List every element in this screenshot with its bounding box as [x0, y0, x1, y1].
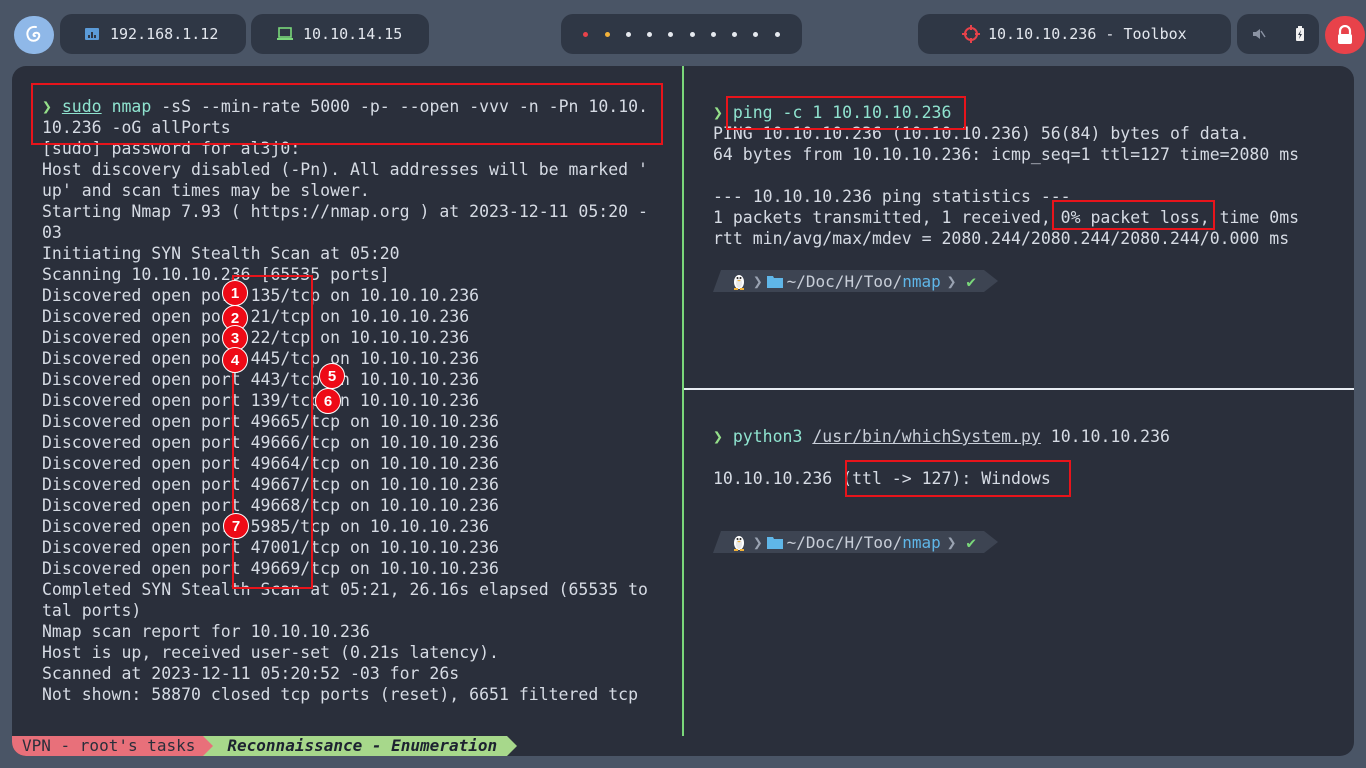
path-dir: nmap [902, 531, 947, 553]
badge-6: 6 [315, 388, 341, 414]
workspace-8-dot[interactable] [732, 31, 738, 37]
ping-output-line: --- 10.10.10.236 ping statistics --- [713, 187, 1071, 206]
active-window-label[interactable]: Reconnaissance - Enumeration [213, 736, 508, 756]
prompt-symbol: ❯ [713, 103, 723, 122]
powerline-separator-icon: ❯ [946, 270, 957, 292]
pane-divider-vertical[interactable] [682, 66, 684, 736]
highlight-nmap-command [31, 83, 663, 145]
network-icon [85, 28, 99, 40]
session-label[interactable]: VPN - root's tasks [12, 736, 204, 756]
linux-penguin-icon [727, 270, 753, 292]
cmd-arg: 10.10.10.236 [1040, 427, 1170, 446]
powerline-separator-icon: ❯ [946, 531, 957, 553]
badge-1: 1 [222, 280, 248, 306]
volume-muted-icon[interactable] [1252, 27, 1266, 41]
powerline-separator-icon: ❯ [753, 531, 763, 553]
debian-logo-icon [26, 25, 41, 42]
result-ip: 10.10.10.236 [713, 469, 843, 488]
path-prefix: ~/Doc/H/Too/ [786, 531, 903, 553]
folder-icon [762, 531, 787, 553]
crosshair-icon [962, 25, 980, 43]
workspace-9-dot[interactable] [753, 31, 759, 37]
powerline-end-icon [984, 270, 999, 292]
nmap-output-line: Not shown: 58870 closed tcp ports (reset… [42, 685, 639, 704]
nmap-output-line: tal ports) [42, 601, 142, 620]
workspace-switcher[interactable] [561, 14, 802, 54]
workspace-2-dot[interactable] [604, 31, 610, 37]
power-button[interactable] [1325, 16, 1365, 54]
nmap-output-line: Completed SYN Stealth Scan at 05:21, 26.… [42, 580, 648, 599]
powerline-prompt-top: ❯ ~/Doc/H/Too/ nmap ❯ ✔ [713, 270, 999, 292]
terminal-window[interactable]: ❯ sudo nmap -sS --min-rate 5000 -p- --op… [12, 66, 1354, 756]
nmap-output-line: Starting Nmap 7.93 ( https://nmap.org ) … [42, 202, 648, 221]
nmap-output-line: Host is up, received user-set (0.21s lat… [42, 643, 499, 662]
vpn-ip-indicator[interactable]: 10.10.14.15 [251, 14, 429, 54]
badge-7: 7 [223, 513, 249, 539]
pane-divider-horizontal[interactable] [684, 388, 1354, 390]
ethernet-ip-label: 192.168.1.12 [110, 25, 219, 43]
nmap-output-line: Nmap scan report for 10.10.10.236 [42, 622, 370, 641]
path-prefix: ~/Doc/H/Too/ [786, 270, 903, 292]
cmd-script-path: /usr/bin/whichSystem.py [812, 427, 1041, 446]
target-indicator[interactable]: 10.10.10.236 - Toolbox [918, 14, 1231, 54]
system-tray[interactable] [1237, 14, 1319, 54]
nmap-output-line: Host discovery disabled (-Pn). All addre… [42, 160, 648, 179]
prompt-symbol: ❯ [713, 427, 723, 446]
workspace-6-dot[interactable] [689, 31, 695, 37]
nmap-output-line: Scanning 10.10.10.236 [65535 ports] [42, 265, 390, 284]
linux-penguin-icon [727, 531, 753, 553]
badge-4: 4 [222, 347, 248, 373]
powerline-end-icon [984, 531, 999, 553]
folder-icon [762, 270, 787, 292]
ethernet-ip-indicator[interactable]: 192.168.1.12 [60, 14, 246, 54]
nmap-output-line: Initiating SYN Stealth Scan at 05:20 [42, 244, 400, 263]
lock-icon [1338, 25, 1352, 44]
cmd-python: python3 [732, 427, 803, 446]
vpn-ip-label: 10.10.14.15 [303, 25, 403, 43]
path-dir: nmap [902, 270, 947, 292]
success-check-icon: ✔ [956, 531, 985, 553]
nmap-output-line: Scanned at 2023-12-11 05:20:52 -03 for 2… [42, 664, 460, 683]
highlight-packet-loss [1052, 200, 1215, 230]
whichsystem-command-line: ❯ python3 /usr/bin/whichSystem.py 10.10.… [713, 426, 1170, 447]
powerline-start-icon [713, 531, 727, 553]
target-label: 10.10.10.236 - Toolbox [988, 25, 1187, 43]
ping-output-line: rtt min/avg/max/mdev = 2080.244/2080.244… [713, 229, 1290, 248]
powerline-prompt-bottom: ❯ ~/Doc/H/Too/ nmap ❯ ✔ [713, 531, 999, 553]
ping-output-line: 64 bytes from 10.10.10.236: icmp_seq=1 t… [713, 145, 1300, 164]
badge-5: 5 [319, 363, 345, 389]
tmux-status-bar: VPN - root's tasks Reconnaissance - Enum… [12, 736, 518, 756]
status-end-icon [507, 736, 518, 756]
powerline-start-icon [713, 270, 727, 292]
highlight-ping-command [726, 96, 966, 130]
laptop-icon [277, 27, 293, 40]
powerline-separator-icon: ❯ [753, 270, 763, 292]
workspace-4-dot[interactable] [647, 31, 653, 37]
workspace-5-dot[interactable] [668, 31, 674, 37]
workspace-1-dot[interactable] [583, 31, 589, 37]
battery-icon[interactable] [1295, 26, 1305, 42]
nmap-output-line: 03 [42, 223, 62, 242]
success-check-icon: ✔ [956, 270, 985, 292]
workspace-10-dot[interactable] [774, 31, 780, 37]
nmap-output-line: up' and scan times may be slower. [42, 181, 370, 200]
workspace-3-dot[interactable] [625, 31, 631, 37]
status-separator-icon [203, 736, 214, 756]
workspace-7-dot[interactable] [710, 31, 716, 37]
os-launcher-button[interactable] [14, 16, 54, 54]
highlight-os-result [845, 460, 1071, 497]
